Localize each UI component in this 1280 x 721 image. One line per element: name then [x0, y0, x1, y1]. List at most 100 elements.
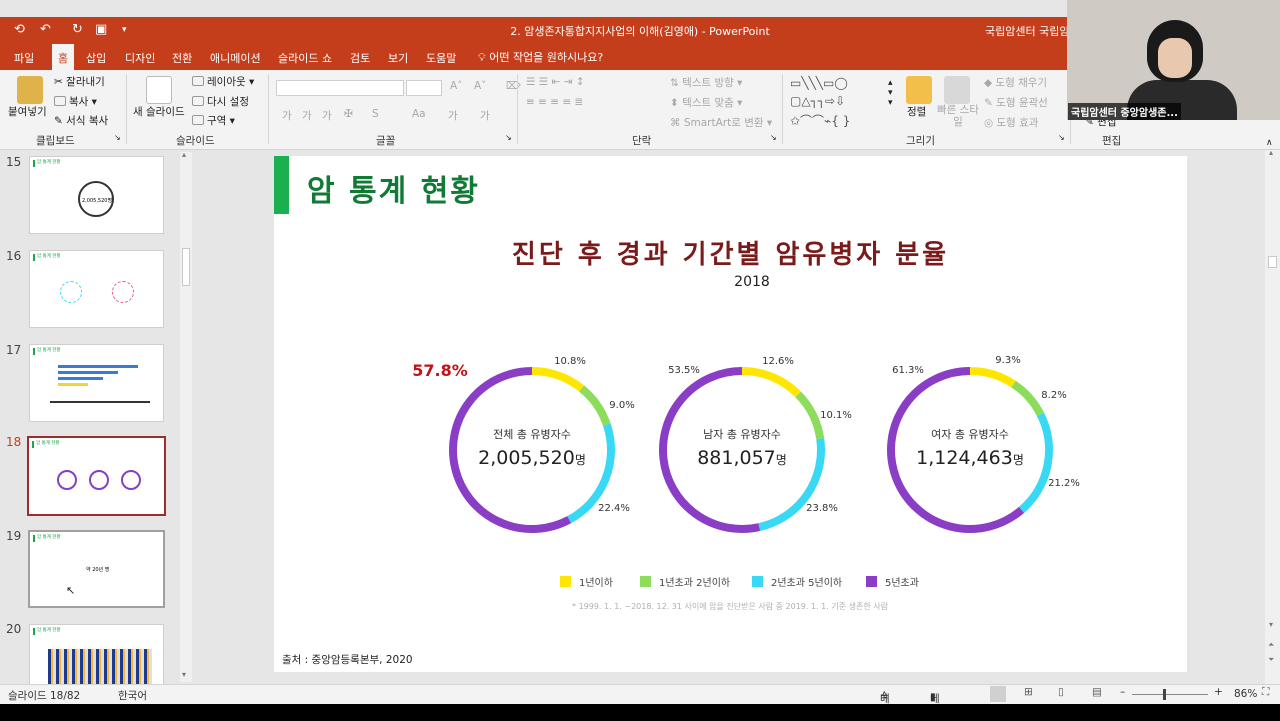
zoom-slider-thumb[interactable] — [1163, 689, 1166, 700]
tab-help[interactable]: 도움말 — [426, 50, 456, 66]
shapes-gallery-row-3[interactable]: ✩⌒⌒⌁{ } — [790, 112, 850, 129]
italic-icon[interactable]: 가 — [302, 108, 312, 123]
zoom-out-icon[interactable]: – — [1120, 686, 1125, 698]
bullets-icon[interactable]: ☰ ☰ ⇤ ⇥ ↕ — [526, 76, 585, 88]
new-slide-button[interactable]: 새 슬라이드 — [133, 104, 185, 119]
fit-to-window-icon[interactable]: ⛶ — [1262, 686, 1269, 699]
arrange-button[interactable]: 정렬 — [907, 104, 926, 119]
arrange-icon[interactable] — [906, 76, 932, 104]
tab-design[interactable]: 디자인 — [125, 50, 155, 66]
quick-styles-button[interactable]: 빠른 스타일 — [934, 104, 982, 128]
scroll-up-icon[interactable]: ▴ — [182, 150, 186, 159]
reading-view-icon[interactable]: ▯ — [1058, 686, 1064, 698]
legend-label: 1년이하 — [579, 576, 613, 589]
paste-icon[interactable] — [17, 76, 43, 104]
slide-editing-area: 암 통계 현황 진단 후 경과 기간별 암유병자 분율 2018 전체 총 유병… — [197, 150, 1264, 684]
current-slide[interactable]: 암 통계 현황 진단 후 경과 기간별 암유병자 분율 2018 전체 총 유병… — [274, 156, 1187, 672]
previous-slide-icon[interactable]: ⏶ — [1268, 640, 1274, 650]
tab-animations[interactable]: 애니메이션 — [210, 50, 261, 66]
bold-icon[interactable]: 가 — [282, 108, 292, 123]
shape-fill-button[interactable]: ◆ 도형 채우기 — [984, 75, 1047, 90]
scroll-down-icon[interactable]: ▾ — [1269, 620, 1273, 629]
layout-button[interactable]: 레이아웃 ▾ — [192, 74, 254, 89]
scroll-up-icon[interactable]: ▴ — [1269, 148, 1273, 157]
font-name-box[interactable] — [276, 80, 404, 96]
zoom-in-icon[interactable]: + — [1214, 686, 1223, 698]
font-launcher-icon[interactable]: ↘ — [505, 133, 512, 142]
group-paragraph: 단락 — [632, 135, 652, 147]
tab-insert[interactable]: 삽입 — [86, 50, 106, 66]
tab-review[interactable]: 검토 — [350, 50, 370, 66]
mouse-cursor-icon: ↖ — [66, 584, 76, 597]
paste-button[interactable]: 붙여넣기 — [8, 104, 47, 119]
slide-counter[interactable]: 슬라이드 18/82 — [8, 688, 80, 703]
thumbnail-scrollbar[interactable]: ▴ ▾ — [180, 150, 192, 682]
slide-scrollbar[interactable]: ▴ ▾ ⏶ ⏷ — [1265, 148, 1280, 684]
reset-button[interactable]: 다시 설정 — [192, 94, 249, 109]
format-painter-button[interactable]: ✎ 서식 복사 — [54, 113, 108, 128]
cut-label: 잘라내기 — [66, 76, 105, 88]
legend-label: 1년초과 2년이하 — [659, 576, 730, 589]
next-slide-icon[interactable]: ⏷ — [1268, 655, 1274, 665]
slide-thumbnail-16[interactable]: 암 통계 현황 — [29, 250, 164, 328]
scroll-down-icon[interactable]: ▾ — [182, 670, 186, 679]
shapes-gallery-row-2[interactable]: ▢△┐┐⇨⇩ — [790, 94, 845, 108]
highlight-icon[interactable]: 가 — [448, 108, 458, 123]
account-name[interactable]: 국립암센터 국립암 — [985, 23, 1069, 39]
shapes-more-icon[interactable]: ▴ ▾ ▾ — [888, 78, 893, 108]
drawing-launcher-icon[interactable]: ↘ — [1058, 133, 1065, 142]
zoom-level[interactable]: 86% — [1234, 688, 1257, 700]
smartart-button[interactable]: ⌘ SmartArt로 변환 ▾ — [670, 115, 772, 130]
cut-button[interactable]: ✂ 잘라내기 — [54, 74, 105, 89]
tab-view[interactable]: 보기 — [388, 50, 408, 66]
clipboard-launcher-icon[interactable]: ↘ — [114, 133, 121, 142]
thumbnail-scroll-thumb[interactable] — [182, 248, 190, 286]
tab-file[interactable]: 파일 — [14, 50, 34, 66]
slide-thumbnail-15[interactable]: 암 통계 현황 2,005,520명 — [29, 156, 164, 234]
shape-effects-button[interactable]: ◎ 도형 효과 — [984, 115, 1039, 130]
zoom-slider-track[interactable] — [1132, 694, 1208, 695]
copy-button[interactable]: 복사 ▾ — [54, 94, 97, 109]
align-icons[interactable]: ≡ ≡ ≡ ≡ ≣ — [526, 96, 583, 108]
slide-scroll-thumb[interactable] — [1268, 256, 1277, 268]
tab-home[interactable]: 홈 — [52, 44, 75, 70]
grow-font-icon[interactable]: A˄ — [450, 80, 462, 92]
strikethrough-icon[interactable]: ✠ — [344, 108, 353, 120]
case-icon[interactable]: 가 — [480, 108, 490, 123]
slide-sorter-icon[interactable]: ⊞ — [1024, 686, 1033, 698]
collapse-ribbon-icon[interactable]: ∧ — [1266, 138, 1273, 148]
slide-thumbnail-20[interactable]: 암 통계 현황 — [29, 624, 164, 684]
align-text-button[interactable]: ⬍ 텍스트 맞춤 ▾ — [670, 95, 742, 110]
shape-outline-button[interactable]: ✎ 도형 윤곽선 — [984, 95, 1048, 110]
quick-styles-icon[interactable] — [944, 76, 970, 104]
normal-view-icon[interactable] — [990, 686, 1006, 702]
underline-icon[interactable]: 가 — [322, 108, 332, 123]
font-size-box[interactable] — [406, 80, 442, 96]
source-note[interactable]: 출처 : 중앙암등록본부, 2020 — [282, 652, 413, 667]
slide-thumbnail-pane: 15 암 통계 현황 2,005,520명 16 암 통계 현황 17 암 통계… — [0, 150, 196, 684]
paragraph-launcher-icon[interactable]: ↘ — [770, 133, 777, 142]
donut-center-label: 여자 총 유병자수 — [931, 428, 1009, 441]
donut-data-label: 23.8% — [806, 503, 838, 514]
donut-total-unit: 명 — [776, 453, 787, 467]
new-slide-icon[interactable] — [146, 76, 172, 104]
language-indicator[interactable]: 한국어 — [118, 688, 147, 703]
slide-thumbnail-17[interactable]: 암 통계 현황 — [29, 344, 164, 422]
thumbnail-number: 16 — [6, 249, 22, 263]
shrink-font-icon[interactable]: A˅ — [474, 80, 486, 92]
tell-me-box[interactable]: 💡︎ 어떤 작업을 원하시나요? — [478, 49, 603, 65]
font-color-icon[interactable]: Aa — [412, 108, 426, 120]
tab-transitions[interactable]: 전환 — [172, 50, 192, 66]
donut-data-label: 8.2% — [1041, 390, 1066, 401]
slide-thumbnail-18-selected[interactable]: 암 통계 현황 — [27, 436, 166, 516]
section-button[interactable]: 구역 ▾ — [192, 113, 235, 128]
clear-format-icon[interactable]: ⌦ — [506, 80, 521, 92]
slideshow-view-icon[interactable]: ▤ — [1092, 686, 1102, 698]
text-direction-button[interactable]: ⇅ 텍스트 방향 ▾ — [670, 75, 742, 90]
shapes-gallery[interactable]: ▭╲╲╲▭◯ — [790, 76, 848, 90]
legend-label: 2년초과 5년이하 — [771, 576, 842, 589]
thumbnail-ring — [89, 470, 109, 490]
slide-thumbnail-19[interactable]: 암 통계 현황 약 20년 명 ↖ — [28, 530, 165, 608]
shadow-icon[interactable]: S — [372, 108, 379, 120]
tab-slideshow[interactable]: 슬라이드 쇼 — [278, 50, 332, 66]
